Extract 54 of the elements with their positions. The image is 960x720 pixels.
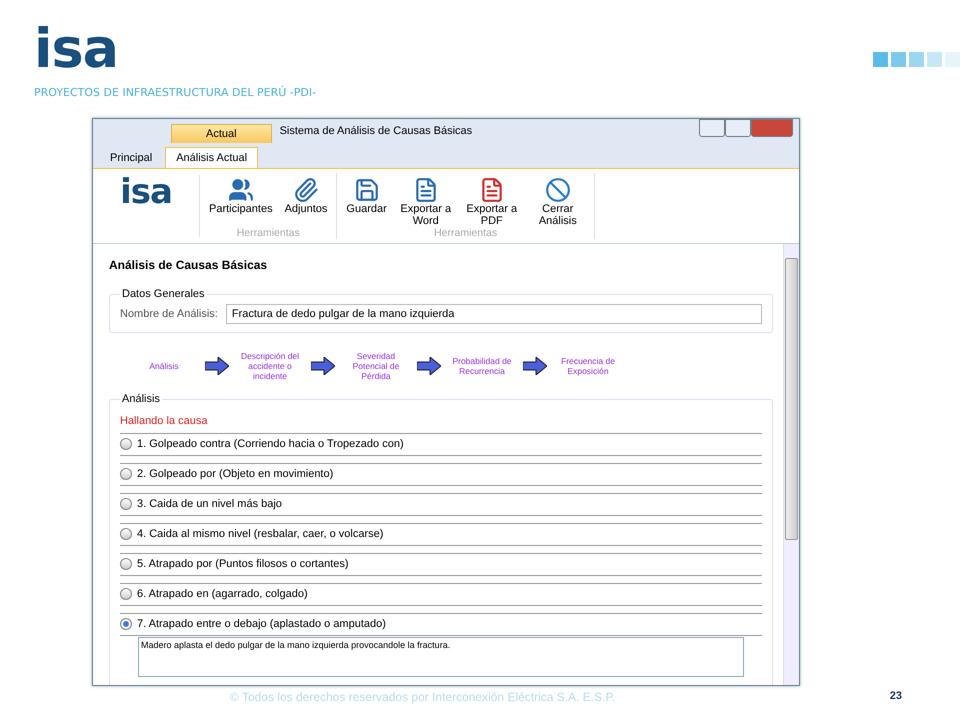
- ribbon-button[interactable]: Guardar: [343, 177, 390, 228]
- window-title: Sistema de Análisis de Causas Básicas: [280, 125, 472, 137]
- step-label: Análisis: [148, 361, 180, 371]
- copyright-text: © Todos los derechos reservados por Interconexión Eléctrica S.A. E.S.P.: [230, 690, 616, 704]
- step-label: Descripción del accidente o incidente: [240, 351, 300, 381]
- ribbon-button[interactable]: Adjuntos: [282, 177, 330, 227]
- company-logo: isa: [120, 175, 172, 209]
- radio-button[interactable]: [120, 528, 132, 540]
- arrow-icon: [417, 357, 441, 375]
- radio-button[interactable]: [120, 498, 132, 510]
- group-label: Herramientas: [434, 227, 498, 240]
- section-heading: Hallando la causa: [120, 415, 208, 427]
- step-label: Frecuencia de Exposición: [560, 356, 616, 376]
- radio-button[interactable]: [120, 618, 132, 630]
- ribbon-button[interactable]: Exportar a PDF: [462, 177, 522, 228]
- ribbon-button[interactable]: Participantes: [206, 177, 276, 227]
- save-icon: [354, 177, 380, 203]
- group-label: Herramientas: [236, 227, 300, 239]
- ribbon-tab[interactable]: Principal: [99, 147, 164, 168]
- name-field[interactable]: Fractura de dedo pulgar de la mano izquierda: [226, 304, 762, 324]
- company-logo: isa: [34, 22, 120, 76]
- option-label: 6. Atrapado en (agarrado, colgado): [137, 588, 308, 600]
- ribbon-button[interactable]: Exportar a Word: [396, 177, 456, 228]
- arrow-icon: [311, 357, 335, 375]
- step-label: Severidad Potencial de Pérdida: [352, 351, 400, 381]
- field-label: Nombre de Análisis:: [120, 308, 218, 320]
- radio-button[interactable]: [120, 558, 132, 570]
- cancel-icon: [544, 177, 571, 203]
- option-label: 5. Atrapado por (Puntos filosos o cortantes): [137, 558, 349, 570]
- page-number: 23: [890, 690, 902, 704]
- ribbon-tab[interactable]: Análisis Actual: [165, 147, 258, 168]
- paperclip-icon: [293, 177, 319, 203]
- panel-legend: Datos Generales: [120, 288, 207, 300]
- radio-button[interactable]: [120, 588, 132, 600]
- slide-subtitle: PROYECTOS DE INFRAESTRUCTURA DEL PERÚ -PDI-: [34, 86, 316, 99]
- ribbon-button[interactable]: Cerrar Análisis: [528, 177, 588, 228]
- panel-legend: Análisis: [120, 393, 162, 405]
- minimize-button[interactable]: [699, 119, 725, 137]
- arrow-icon: [523, 357, 547, 375]
- step-label: Probabilidad de Recurrencia: [451, 356, 513, 376]
- radio-button[interactable]: [120, 438, 132, 450]
- option-label: 3. Caida de un nivel más bajo: [137, 498, 282, 510]
- option-label: 2. Golpeado por (Objeto en movimiento): [137, 468, 334, 480]
- note-field[interactable]: Madero aplasta el dedo pulgar de la mano izquierda provocandole la fractura.: [138, 637, 744, 677]
- scrollbar[interactable]: [783, 244, 799, 685]
- option-label: 4. Caida al mismo nivel (resbalar, caer, o volcarse): [137, 528, 384, 540]
- maximize-button[interactable]: [725, 119, 751, 137]
- arrow-icon: [205, 357, 229, 375]
- radio-button[interactable]: [120, 468, 132, 480]
- option-label: 7. Atrapado entre o debajo (aplastado o amputado): [137, 618, 386, 630]
- option-label: 1. Golpeado contra (Corriendo hacia o Tropezado con): [137, 438, 404, 450]
- context-tab[interactable]: Actual: [171, 124, 272, 143]
- people-icon: [228, 177, 254, 203]
- page-title: Análisis de Causas Básicas: [109, 258, 268, 272]
